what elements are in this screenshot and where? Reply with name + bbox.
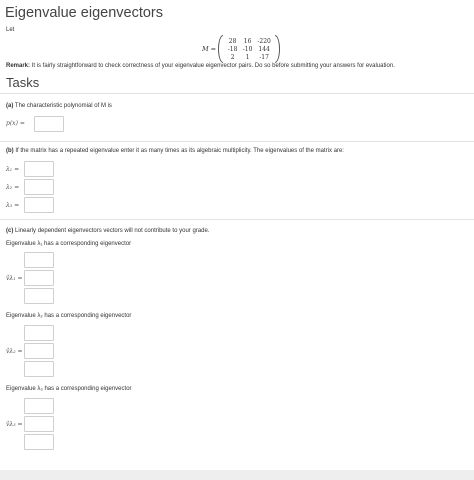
- eigenvalue-1-input[interactable]: [24, 161, 54, 177]
- eigenvalue-2-input[interactable]: [24, 179, 54, 195]
- matrix-cell: -18: [227, 45, 238, 53]
- eigenvector-1-input-1[interactable]: [24, 252, 54, 268]
- matrix-definition: M = 28 16 -220 -18 -10 144 2 1 -17: [202, 35, 281, 63]
- eigenvalue-3-input[interactable]: [24, 197, 54, 213]
- task-b-tag: (b): [6, 148, 14, 154]
- matrix-cell: 144: [258, 45, 270, 53]
- matrix-cell: 1: [245, 53, 250, 61]
- task-c-prompt: (c) Linearly dependent eigenvectors vect…: [6, 228, 209, 234]
- eigenvector-2-input-1[interactable]: [24, 325, 54, 341]
- eigenvector-2-input-3[interactable]: [24, 361, 54, 377]
- eigenvalue-2-label: λ₂ =: [6, 184, 20, 191]
- eigenvector-2-input-2[interactable]: [24, 343, 54, 359]
- remark-label: Remark:: [6, 63, 31, 69]
- matrix-cell: 16: [243, 37, 252, 45]
- right-paren: [275, 35, 281, 63]
- eigenvector-1-label: v̂λ₁ =: [6, 275, 23, 282]
- divider: [0, 93, 474, 94]
- matrix-grid: 28 16 -220 -18 -10 144 2 1 -17: [223, 38, 275, 61]
- eigenvector-2-caption: Eigenvalue λ₂ has a corresponding eigenv…: [6, 313, 132, 319]
- eigenvector-3-caption: Eigenvalue λ₃ has a corresponding eigenv…: [6, 386, 132, 392]
- matrix-equals: =: [210, 45, 217, 53]
- let-text: Let: [6, 27, 15, 33]
- tasks-title: Tasks: [6, 75, 40, 90]
- task-b-text: If the matrix has a repeated eigenvalue …: [13, 148, 344, 154]
- eigenvalue-1-label: λ₁ =: [6, 166, 20, 173]
- footer-bar: [0, 470, 474, 480]
- divider: [0, 219, 474, 220]
- eigenvector-2-label: v̂λ₂ =: [6, 348, 23, 355]
- matrix-cell: 28: [228, 37, 237, 45]
- task-a-prompt: (a) The characteristic polynomial of M i…: [6, 103, 112, 109]
- eigenvector-1-input-2[interactable]: [24, 270, 54, 286]
- divider: [0, 141, 474, 142]
- task-b-prompt: (b) If the matrix has a repeated eigenva…: [6, 148, 344, 154]
- eigenvector-1-caption: Eigenvalue λ₁ has a corresponding eigenv…: [6, 241, 132, 247]
- remark: Remark: It is fairly straightforward to …: [6, 63, 395, 69]
- matrix-cell: -220: [257, 37, 271, 45]
- eigenvector-3-label: v̂λ₃ =: [6, 421, 23, 428]
- matrix-cell: -17: [259, 53, 269, 61]
- eigenvector-3-input-2[interactable]: [24, 416, 54, 432]
- remark-text: It is fairly straightforward to check co…: [30, 63, 395, 69]
- page-title: Eigenvalue eigenvectors: [5, 5, 163, 21]
- matrix-name: M: [202, 45, 209, 53]
- task-a-text: The characteristic polynomial of M is: [13, 103, 112, 109]
- task-c-text: Linearly dependent eigenvectors vectors …: [13, 228, 210, 234]
- matrix-cell: 2: [230, 53, 235, 61]
- eigenvector-1-input-3[interactable]: [24, 288, 54, 304]
- matrix-cell: -10: [242, 45, 253, 53]
- eigenvector-3-input-3[interactable]: [24, 434, 54, 450]
- eigenvalue-3-label: λ₃ =: [6, 202, 20, 209]
- eigenvector-3-input-1[interactable]: [24, 398, 54, 414]
- polynomial-input[interactable]: [34, 116, 64, 132]
- polynomial-label: p(x) =: [6, 120, 25, 127]
